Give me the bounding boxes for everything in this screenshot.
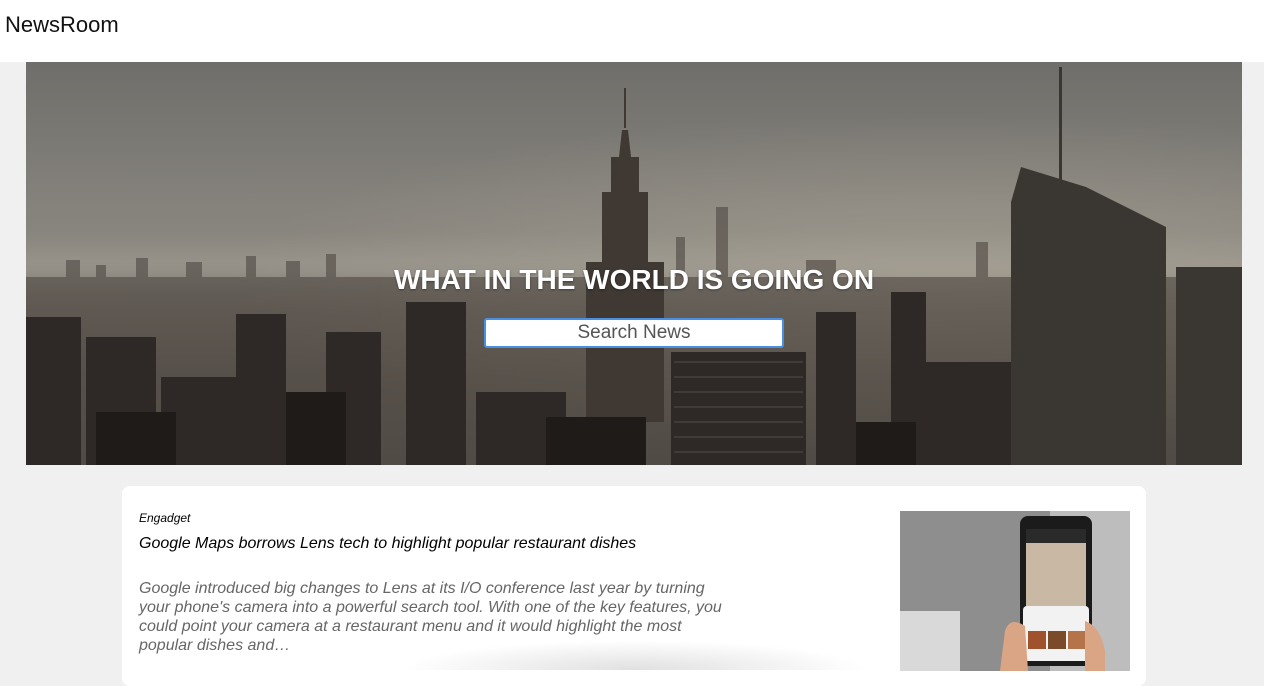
article-title[interactable]: Google Maps borrows Lens tech to highlig… (139, 535, 636, 553)
scroll-shadow (400, 640, 870, 670)
phone-photo-icon (900, 511, 1130, 671)
search-news-input[interactable] (484, 318, 784, 348)
article-thumbnail-image[interactable] (900, 511, 1130, 671)
brand-logo[interactable]: NewsRoom (5, 12, 119, 38)
hero-headline: WHAT IN THE WORLD IS GOING ON (393, 264, 875, 295)
hero-banner: WHAT IN THE WORLD IS GOING ON (26, 62, 1242, 465)
top-navbar: NewsRoom (0, 0, 1264, 62)
article-source: Engadget (139, 511, 191, 525)
